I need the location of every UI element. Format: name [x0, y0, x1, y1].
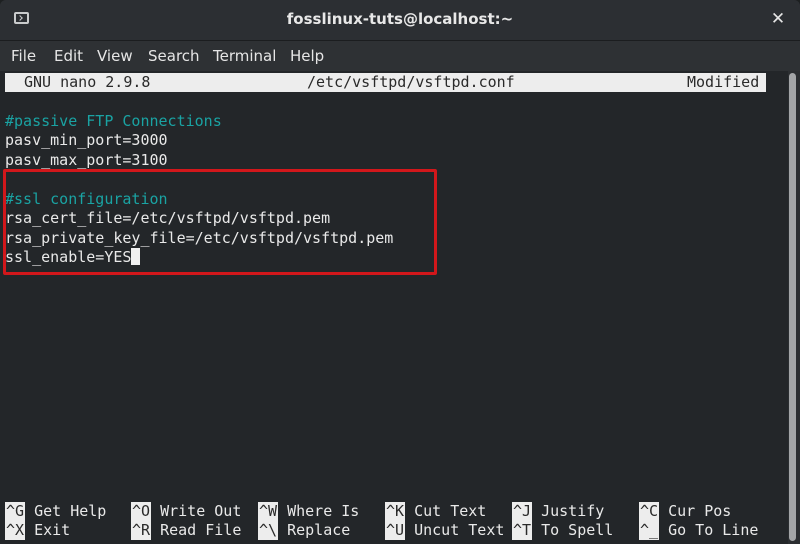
terminal-area[interactable]: GNU nano 2.9.8 /etc/vsftpd/vsftpd.conf M…: [0, 71, 788, 544]
shortcut-label: Justify: [541, 502, 605, 520]
shortcut-key: ^O: [131, 502, 152, 521]
highlight-annotation-box: [3, 169, 437, 275]
menu-search[interactable]: Search: [148, 47, 200, 65]
shortcut-label: Read File: [160, 521, 242, 539]
nano-status-bar: GNU nano 2.9.8 /etc/vsftpd/vsftpd.conf M…: [5, 73, 766, 92]
menu-view[interactable]: View: [97, 47, 133, 65]
close-button[interactable]: ✕: [768, 9, 788, 29]
shortcut-replace[interactable]: ^\ Replace: [258, 521, 350, 540]
shortcut-label: Go To Line: [668, 521, 759, 539]
shortcut-label: Where Is: [287, 502, 360, 520]
shortcut-key: ^T: [512, 521, 533, 540]
shortcut-key: ^W: [258, 502, 279, 521]
shortcut-to-spell[interactable]: ^T To Spell: [512, 521, 613, 540]
file-line-comment: #passive FTP Connections: [5, 112, 222, 130]
shortcut-cut-text[interactable]: ^K Cut Text: [385, 502, 486, 521]
shortcut-label: Cut Text: [414, 502, 487, 520]
title-bar: fosslinux-tuts@localhost:~ ✕: [0, 0, 800, 41]
shortcut-key: ^\: [258, 521, 279, 540]
scrollbar-thumb[interactable]: [789, 73, 796, 541]
shortcut-uncut-text[interactable]: ^U Uncut Text: [385, 521, 504, 540]
shortcut-exit[interactable]: ^X Exit: [5, 521, 70, 540]
shortcut-label: Get Help: [34, 502, 107, 520]
shortcut-label: Uncut Text: [414, 521, 505, 539]
menu-help[interactable]: Help: [290, 47, 324, 65]
shortcut-key: ^C: [639, 502, 660, 521]
shortcut-go-to-line[interactable]: ^_ Go To Line: [639, 521, 758, 540]
shortcut-label: Cur Pos: [668, 502, 732, 520]
shortcut-key: ^_: [639, 521, 660, 540]
shortcut-write-out[interactable]: ^O Write Out: [131, 502, 241, 521]
terminal-window: fosslinux-tuts@localhost:~ ✕ File Edit V…: [0, 0, 800, 544]
shortcut-where-is[interactable]: ^W Where Is: [258, 502, 359, 521]
shortcut-key: ^U: [385, 521, 406, 540]
shortcut-cur-pos[interactable]: ^C Cur Pos: [639, 502, 731, 521]
shortcut-key: ^X: [5, 521, 26, 540]
nano-modified-status: Modified: [687, 73, 760, 91]
shortcut-get-help[interactable]: ^G Get Help: [5, 502, 106, 521]
nano-version: GNU nano 2.9.8: [24, 73, 151, 91]
menu-terminal[interactable]: Terminal: [213, 47, 276, 65]
file-line: pasv_max_port=3100: [5, 151, 168, 169]
shortcut-label: To Spell: [541, 521, 614, 539]
shortcut-key: ^G: [5, 502, 26, 521]
shortcut-label: Replace: [287, 521, 351, 539]
nano-filename: /etc/vsftpd/vsftpd.conf: [307, 73, 515, 91]
file-line: pasv_min_port=3000: [5, 131, 168, 149]
window-title: fosslinux-tuts@localhost:~: [286, 10, 514, 28]
shortcut-justify[interactable]: ^J Justify: [512, 502, 604, 521]
menu-bar: File Edit View Search Terminal Help: [0, 41, 800, 71]
shortcut-key: ^K: [385, 502, 406, 521]
menu-file[interactable]: File: [11, 47, 36, 65]
menu-edit[interactable]: Edit: [54, 47, 83, 65]
shortcut-label: Write Out: [160, 502, 242, 520]
shortcut-label: Exit: [34, 521, 71, 539]
shortcut-read-file[interactable]: ^R Read File: [131, 521, 241, 540]
shortcut-key: ^J: [512, 502, 533, 521]
shortcut-key: ^R: [131, 521, 152, 540]
